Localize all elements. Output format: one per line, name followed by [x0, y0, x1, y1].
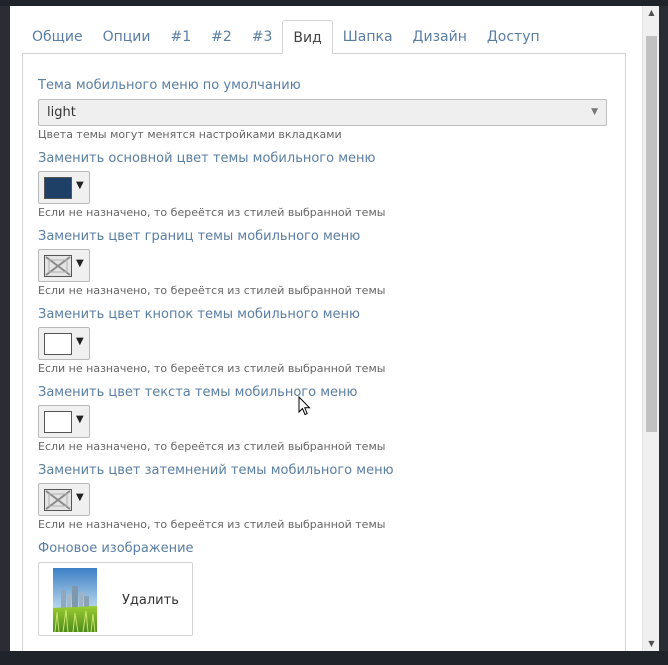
- tab-bar: Общие Опции #1 #2 #3 Вид Шапка Дизайн До…: [22, 20, 550, 54]
- backdrop-right: [659, 6, 668, 651]
- theme-select-value: light: [47, 105, 76, 120]
- border-color-picker[interactable]: ▼: [38, 249, 90, 282]
- tab-options[interactable]: Опции: [93, 20, 161, 54]
- no-color-swatch-icon: [44, 489, 72, 511]
- shade-color-hint: Если не назначено, то берeётся из стилей…: [38, 518, 386, 531]
- background-image-label: Фоновое изображение: [38, 541, 194, 556]
- text-color-picker[interactable]: ▼: [38, 405, 90, 438]
- button-color-picker[interactable]: ▼: [38, 327, 90, 360]
- color-swatch: [44, 333, 72, 355]
- dropdown-arrow-icon: ▼: [76, 336, 84, 347]
- border-color-hint: Если не назначено, то берeётся из стилей…: [38, 284, 386, 297]
- tab-access[interactable]: Доступ: [477, 20, 550, 54]
- main-color-picker[interactable]: ▼: [38, 171, 90, 204]
- dropdown-arrow-icon: ▼: [76, 180, 84, 191]
- theme-hint: Цвета темы могут менятся настройками вкл…: [38, 128, 342, 141]
- background-thumbnail[interactable]: [53, 568, 97, 632]
- shade-color-label: Заменить цвет затемнений темы мобильного…: [38, 463, 394, 478]
- vertical-scrollbar[interactable]: ▲ ▼: [642, 6, 659, 651]
- tab-2[interactable]: #2: [201, 20, 242, 54]
- backdrop-bottom: [0, 651, 668, 665]
- border-color-label: Заменить цвет границ темы мобильного мен…: [38, 229, 361, 244]
- scrollbar-thumb[interactable]: [646, 36, 657, 432]
- scroll-down-icon[interactable]: ▼: [643, 637, 660, 651]
- main-color-hint: Если не назначено, то берeётся из стилей…: [38, 206, 386, 219]
- color-swatch: [44, 411, 72, 433]
- dropdown-arrow-icon: ▼: [76, 258, 84, 269]
- tab-design[interactable]: Дизайн: [403, 20, 477, 54]
- button-color-hint: Если не назначено, то берeётся из стилей…: [38, 362, 386, 375]
- tab-header[interactable]: Шапка: [333, 20, 403, 54]
- color-swatch: [44, 177, 72, 199]
- theme-select[interactable]: light ▼: [38, 99, 607, 126]
- backdrop-left: [0, 6, 10, 651]
- background-image-box: Удалить: [38, 562, 193, 636]
- tab-1[interactable]: #1: [160, 20, 201, 54]
- delete-image-link[interactable]: Удалить: [122, 593, 179, 608]
- main-color-label: Заменить основной цвет темы мобильного м…: [38, 151, 376, 166]
- dropdown-arrow-icon: ▼: [76, 414, 84, 425]
- tab-view[interactable]: Вид: [282, 20, 333, 54]
- scroll-up-icon[interactable]: ▲: [643, 6, 660, 20]
- shade-color-picker[interactable]: ▼: [38, 483, 90, 516]
- chevron-down-icon: ▼: [591, 107, 598, 117]
- settings-dialog: Общие Опции #1 #2 #3 Вид Шапка Дизайн До…: [10, 6, 642, 651]
- tab-general[interactable]: Общие: [22, 20, 93, 54]
- no-color-swatch-icon: [44, 255, 72, 277]
- text-color-hint: Если не назначено, то берeётся из стилей…: [38, 440, 386, 453]
- button-color-label: Заменить цвет кнопок темы мобильного мен…: [38, 307, 360, 322]
- dropdown-arrow-icon: ▼: [76, 492, 84, 503]
- tab-3[interactable]: #3: [242, 20, 283, 54]
- mouse-cursor-icon: [298, 395, 312, 420]
- theme-label: Тема мобильного меню по умолчанию: [38, 78, 301, 93]
